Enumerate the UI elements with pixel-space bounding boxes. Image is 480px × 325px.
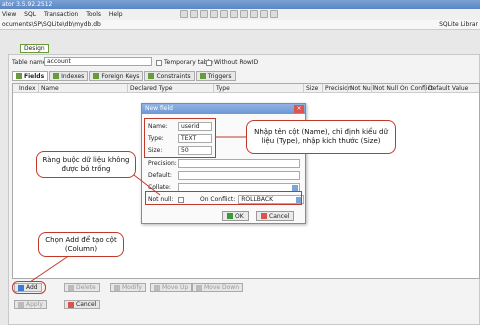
callout-field-info: Nhập tên cột (Name), chỉ định kiểu dữ li… bbox=[246, 120, 396, 154]
callout-add-column: Chọn Add để tạo cột (Column) bbox=[38, 232, 124, 257]
callout-not-null: Ràng buộc dữ liệu không được bỏ trống bbox=[36, 151, 136, 178]
